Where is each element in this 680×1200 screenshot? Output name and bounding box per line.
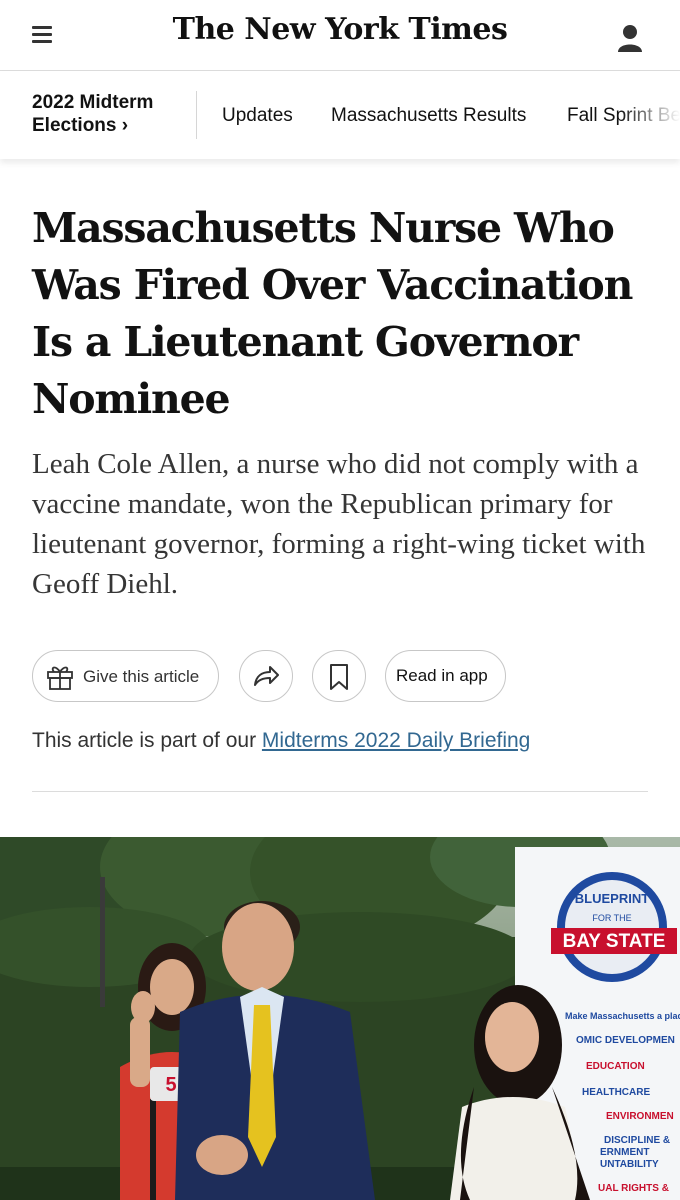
bookmark-button[interactable]	[312, 650, 366, 702]
sign-item-2: EDUCATION	[586, 1061, 645, 1072]
nav-link-massachusetts-results[interactable]: Massachusetts Results	[331, 105, 526, 127]
sign-item-7: UNTABILITY	[600, 1159, 659, 1170]
share-button[interactable]	[239, 650, 293, 702]
nav-link-updates[interactable]: Updates	[222, 105, 293, 127]
sign-title-mid: FOR THE	[592, 913, 631, 923]
sign-item-4: ENVIRONMEN	[606, 1111, 674, 1122]
sign-title-main: BAY STATE	[563, 931, 666, 952]
mic-flag-label: 5	[165, 1074, 176, 1096]
share-icon	[252, 663, 280, 694]
section-title-midterm-elections[interactable]: 2022 Midterm Elections ›	[32, 91, 182, 137]
give-article-button[interactable]: Give this article	[32, 650, 219, 702]
bookmark-icon	[328, 663, 350, 696]
briefing-line: This article is part of our Midterms 202…	[32, 729, 530, 753]
sign-item-6: ERNMENT	[600, 1147, 649, 1158]
give-article-label: Give this article	[83, 667, 200, 686]
user-account-icon[interactable]	[612, 20, 648, 56]
sign-tagline: Make Massachusetts a place to	[565, 1011, 680, 1021]
photo-illustration: BLUEPRINT FOR THE BAY STATE Make Massach…	[0, 837, 680, 1200]
content-divider	[32, 791, 648, 792]
read-in-app-label: Read in app	[396, 666, 488, 685]
nyt-logo[interactable]: The New York Times	[0, 12, 680, 47]
briefing-prefix: This article is part of our	[32, 729, 262, 752]
top-bar: The New York Times	[0, 0, 680, 71]
gift-icon	[45, 663, 75, 696]
article-photo[interactable]: BLUEPRINT FOR THE BAY STATE Make Massach…	[0, 837, 680, 1200]
sign-item-1: OMIC DEVELOPMEN	[576, 1035, 675, 1046]
article-headline: Massachusetts Nurse Who Was Fired Over V…	[32, 204, 633, 423]
section-title-text: 2022 Midterm Elections ›	[32, 92, 154, 136]
sign-item-5: DISCIPLINE &	[604, 1135, 670, 1146]
sign-title-top: BLUEPRINT	[575, 891, 649, 906]
read-in-app-button[interactable]: Read in app	[385, 650, 506, 702]
sign-item-8: UAL RIGHTS &	[598, 1183, 669, 1194]
sign-item-3: HEALTHCARE	[582, 1087, 650, 1098]
briefing-link[interactable]: Midterms 2022 Daily Briefing	[262, 729, 530, 752]
nav-fade-overlay	[620, 71, 680, 159]
section-nav-bar: 2022 Midterm Elections › Updates Massach…	[0, 71, 680, 159]
article-summary: Leah Cole Allen, a nurse who did not com…	[32, 448, 646, 600]
section-divider	[196, 91, 197, 139]
